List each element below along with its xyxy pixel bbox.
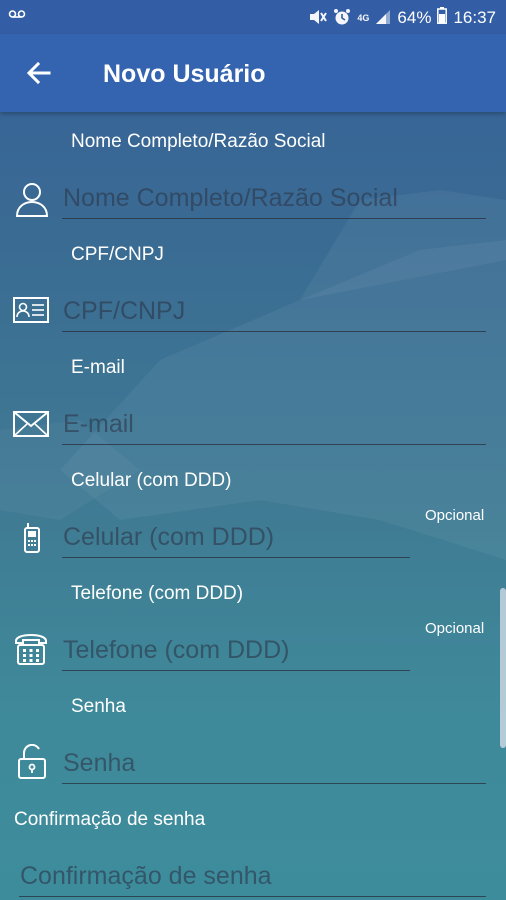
email-input[interactable] xyxy=(62,404,487,444)
email-field xyxy=(62,404,487,445)
cpf-field xyxy=(62,291,487,332)
battery-percent: 64% xyxy=(397,8,432,27)
confirm-password-input[interactable] xyxy=(19,856,487,896)
password-field xyxy=(62,743,487,784)
phone-field xyxy=(62,630,411,671)
confirm-password-label: Confirmação de senha xyxy=(14,809,206,830)
alarm-icon xyxy=(333,8,351,29)
confirm-password-field xyxy=(19,856,487,897)
4g-icon: 4G xyxy=(357,13,370,23)
password-label: Senha xyxy=(71,696,126,717)
name-input[interactable] xyxy=(62,178,487,218)
mobile-label: Celular (com DDD) xyxy=(71,470,232,491)
password-input[interactable] xyxy=(62,743,487,783)
user-icon xyxy=(14,180,50,217)
voicemail-icon xyxy=(8,8,26,23)
phone-input[interactable] xyxy=(62,630,411,670)
battery-icon xyxy=(437,7,448,29)
desk-phone-icon xyxy=(14,632,50,668)
page-title: Novo Usuário xyxy=(103,60,266,88)
signal-icon xyxy=(375,9,391,28)
lock-icon xyxy=(17,743,53,780)
mobile-optional-label: Opcional xyxy=(425,507,485,524)
mobile-input[interactable] xyxy=(62,517,411,557)
envelope-icon xyxy=(13,410,49,446)
name-field xyxy=(62,178,487,219)
mute-icon xyxy=(309,9,328,28)
name-label: Nome Completo/Razão Social xyxy=(71,131,326,152)
id-card-icon xyxy=(13,296,49,332)
clock-time: 16:37 xyxy=(453,8,496,27)
phone-label: Telefone (com DDD) xyxy=(71,583,244,604)
status-bar: 4G 64% 16:37 xyxy=(0,0,506,34)
scrollbar[interactable] xyxy=(500,588,506,748)
back-arrow-icon[interactable] xyxy=(22,56,56,90)
app-bar: Novo Usuário xyxy=(0,34,506,112)
phone-optional-label: Opcional xyxy=(425,620,485,637)
mobile-phone-icon xyxy=(22,522,58,558)
mobile-field xyxy=(62,517,411,558)
cpf-input[interactable] xyxy=(62,291,487,331)
email-label: E-mail xyxy=(71,357,125,378)
cpf-label: CPF/CNPJ xyxy=(71,244,164,265)
